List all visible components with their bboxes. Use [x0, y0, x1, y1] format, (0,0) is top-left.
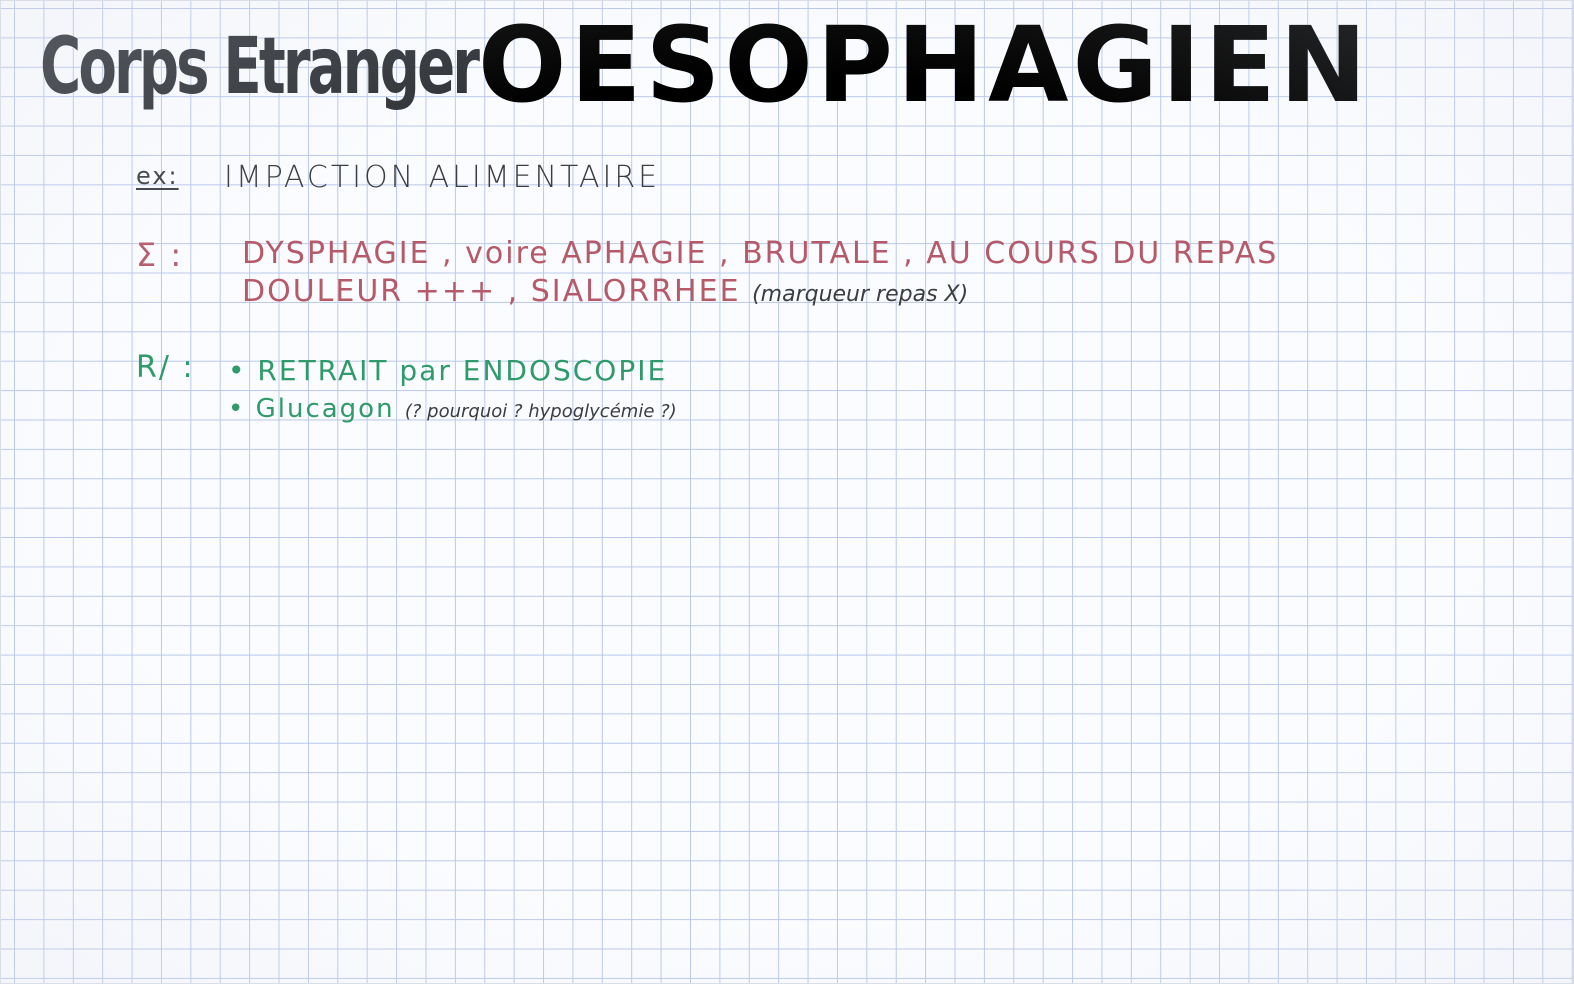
symptoms-line-2-row: DOULEUR +++ , SIALORRHEE (marqueur repas…	[242, 274, 968, 309]
treatment-item-1: • RETRAIT par ENDOSCOPIE	[228, 354, 668, 387]
symptoms-line-2-note: (marqueur repas X)	[752, 282, 969, 307]
treatment-label: R/ :	[136, 350, 195, 385]
flashcard: Corps Etranger OESOPHAGIEN ex: IMPACTION…	[0, 0, 1574, 984]
treatment-item-2-row: • Glucagon (? pourquoi ? hypoglycémie ?)	[228, 394, 677, 424]
example-label: ex:	[136, 162, 179, 190]
treatment-item-2-note: (? pourquoi ? hypoglycémie ?)	[404, 401, 677, 422]
title-part-1: Corps Etranger	[40, 22, 480, 112]
symptoms-label: Σ :	[136, 236, 184, 274]
title-part-2: OESOPHAGIEN	[478, 4, 1371, 126]
symptoms-line-2: DOULEUR +++ , SIALORRHEE	[242, 274, 741, 309]
example-text: IMPACTION ALIMENTAIRE	[224, 160, 661, 195]
symptoms-line-1: DYSPHAGIE , voire APHAGIE , BRUTALE , AU…	[242, 236, 1279, 271]
treatment-item-2: • Glucagon	[228, 394, 395, 424]
